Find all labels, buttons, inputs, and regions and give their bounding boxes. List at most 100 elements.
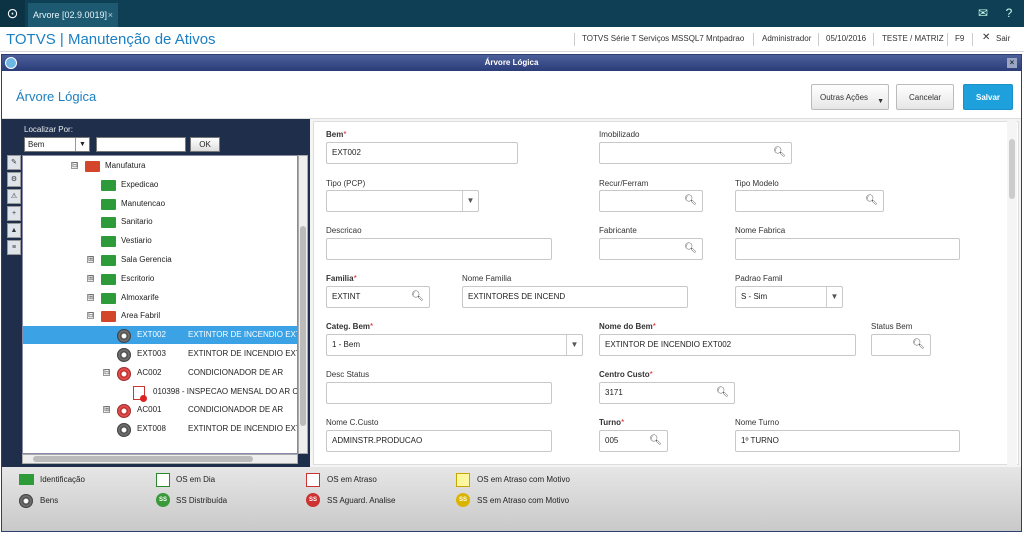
nome-fabrica-field[interactable]	[735, 238, 960, 260]
nome-fabrica-label: Nome Fabrica	[735, 226, 786, 235]
collapse-icon[interactable]: ⊟	[71, 162, 78, 169]
scroll-thumb[interactable]	[33, 456, 253, 462]
legend-bens: Bens	[40, 496, 59, 505]
tree-node[interactable]: Sanitario	[23, 213, 297, 231]
shortcut-label[interactable]: F9	[955, 34, 964, 43]
tab-arvore[interactable]: Arvore [02.9.0019] ×	[28, 3, 118, 27]
tree-node[interactable]: ⊟ Area Fabril	[23, 307, 297, 325]
exit-icon[interactable]: ✕	[982, 32, 990, 43]
search-icon[interactable]: 🔍︎	[684, 191, 697, 211]
company-label[interactable]: TESTE / MATRIZ	[882, 34, 944, 43]
expand-icon[interactable]: ⊞	[103, 406, 110, 414]
tree-node-label: Expedicao	[121, 179, 159, 189]
nome-familia-field[interactable]: EXTINTORES DE INCEND	[462, 286, 688, 308]
tree-node[interactable]: ⊞ Sala Gerencia	[23, 251, 297, 269]
totvs-logo-icon[interactable]: ⊙	[0, 0, 25, 27]
search-icon[interactable]: 🔍︎	[684, 239, 697, 259]
tree-node[interactable]: ⊟ Manufatura	[23, 157, 297, 175]
tree-node[interactable]: ⊟ AC002 CONDICIONADOR DE AR	[23, 364, 297, 382]
fabricante-field[interactable]: 🔍︎	[599, 238, 703, 260]
search-icon[interactable]: 🔍︎	[411, 287, 424, 307]
fabricante-label: Fabricante	[599, 226, 637, 235]
exit-label[interactable]: Sair	[996, 34, 1010, 43]
recur-ferram-field[interactable]: 🔍︎	[599, 190, 703, 212]
search-input[interactable]	[96, 137, 186, 152]
tree-tool-edit-icon[interactable]: ✎	[7, 155, 21, 170]
tree-tool-gear-icon[interactable]: ⚙	[7, 172, 21, 187]
bem-field[interactable]: EXT002	[326, 142, 518, 164]
tree-node[interactable]: ⊞ AC001 CONDICIONADOR DE AR	[23, 401, 297, 419]
window-close-icon[interactable]: ×	[1007, 58, 1017, 68]
categ-bem-select[interactable]: 1 - Bem ▼	[326, 334, 583, 356]
page-header: Árvore Lógica Outras Ações ▼ Cancelar Sa…	[2, 71, 1021, 119]
divider	[972, 33, 973, 46]
asset-tree[interactable]: ⊟ Manufatura Expedicao Manutencao Sanitario V…	[22, 155, 298, 454]
more-actions-button[interactable]: Outras Ações ▼	[811, 84, 889, 110]
form-vertical-scrollbar[interactable]	[1007, 121, 1017, 465]
folder-icon	[101, 311, 116, 323]
search-icon[interactable]: 🔍︎	[865, 191, 878, 211]
window-titlebar: Árvore Lógica ×	[2, 55, 1021, 71]
tree-node[interactable]: ⊞ Almoxarife	[23, 289, 297, 307]
tree-node[interactable]: EXT008 EXTINTOR DE INCENDIO EXT008	[23, 420, 297, 438]
desc-status-field[interactable]	[326, 382, 552, 404]
scroll-thumb[interactable]	[300, 226, 306, 426]
collapse-icon[interactable]: ⊟	[103, 368, 110, 376]
chevron-down-icon[interactable]: ▼	[462, 191, 478, 211]
tipo-modelo-field[interactable]: 🔍︎	[735, 190, 884, 212]
tree-node[interactable]: ⊞ Escritorio	[23, 270, 297, 288]
tree-node[interactable]: Manutencao	[23, 195, 297, 213]
search-by-select[interactable]: Bem ▼	[24, 137, 90, 152]
chevron-down-icon[interactable]: ▼	[826, 287, 842, 307]
search-ok-button[interactable]: OK	[190, 137, 220, 152]
chevron-down-icon[interactable]: ▼	[566, 335, 582, 355]
tree-node-description: EXTINTOR DE INCENDIO EXT002	[188, 330, 297, 340]
cancel-button[interactable]: Cancelar	[896, 84, 954, 110]
help-icon[interactable]: ?	[998, 0, 1020, 27]
tipo-pcp-select[interactable]: ▼	[326, 190, 479, 212]
tree-tool-alert-icon[interactable]: ⚠	[7, 189, 21, 204]
expand-icon[interactable]: ⊞	[87, 293, 94, 301]
save-button[interactable]: Salvar	[963, 84, 1013, 110]
nome-turno-field[interactable]: 1º TURNO	[735, 430, 960, 452]
folder-icon	[101, 255, 116, 266]
tree-tool-list-icon[interactable]: ≡	[7, 240, 21, 255]
tab-close-icon[interactable]: ×	[108, 3, 113, 27]
nome-bem-field[interactable]: EXTINTOR DE INCENDIO EXT002	[599, 334, 856, 356]
ss-distribuida-icon: SS	[156, 493, 170, 507]
expand-icon[interactable]: ⊞	[87, 274, 94, 282]
tree-node[interactable]: Vestiario	[23, 232, 297, 250]
tree-node[interactable]: 010398 - INSPECAO MENSAL DO AR CONDI	[23, 383, 297, 402]
search-icon[interactable]: 🔍︎	[912, 335, 925, 355]
expand-icon[interactable]: ⊞	[87, 256, 94, 263]
status-bem-field[interactable]: 🔍︎	[871, 334, 931, 356]
search-icon[interactable]: 🔍︎	[716, 383, 729, 403]
imobilizado-field[interactable]: 🔍︎	[599, 142, 792, 164]
collapse-icon[interactable]: ⊟	[87, 312, 94, 320]
tree-node[interactable]: Expedicao	[23, 176, 297, 194]
app-title: TOTVS | Manutenção de Ativos	[6, 31, 216, 48]
tree-tool-warning-icon[interactable]: ▲	[7, 223, 21, 238]
folder-icon	[19, 474, 34, 485]
tree-horizontal-scrollbar[interactable]	[22, 454, 298, 464]
search-icon[interactable]: 🔍︎	[649, 431, 662, 451]
chevron-down-icon[interactable]: ▼	[75, 138, 89, 151]
mail-icon[interactable]: ✉	[972, 0, 994, 27]
turno-label: Turno*	[599, 418, 625, 427]
search-icon[interactable]: 🔍︎	[773, 143, 786, 163]
descricao-field[interactable]	[326, 238, 552, 260]
turno-field[interactable]: 005 🔍︎	[599, 430, 668, 452]
gear-icon	[19, 494, 33, 508]
nome-ccusto-field[interactable]: ADMINSTR.PRODUCAO	[326, 430, 552, 452]
tree-node[interactable]: EXT003 EXTINTOR DE INCENDIO EXT003	[23, 345, 297, 363]
centro-custo-label: Centro Custo*	[599, 370, 653, 379]
tree-node-description: CONDICIONADOR DE AR	[188, 367, 284, 377]
tree-tool-add-icon[interactable]: +	[7, 206, 21, 221]
tree-node[interactable]: EXT002 EXTINTOR DE INCENDIO EXT002	[23, 326, 297, 345]
familia-field[interactable]: EXTINT 🔍︎	[326, 286, 430, 308]
tree-vertical-scrollbar[interactable]	[298, 155, 308, 454]
divider	[818, 33, 819, 46]
padrao-famil-select[interactable]: S - Sim ▼	[735, 286, 843, 308]
scroll-thumb[interactable]	[1009, 139, 1015, 199]
centro-custo-field[interactable]: 3171 🔍︎	[599, 382, 735, 404]
